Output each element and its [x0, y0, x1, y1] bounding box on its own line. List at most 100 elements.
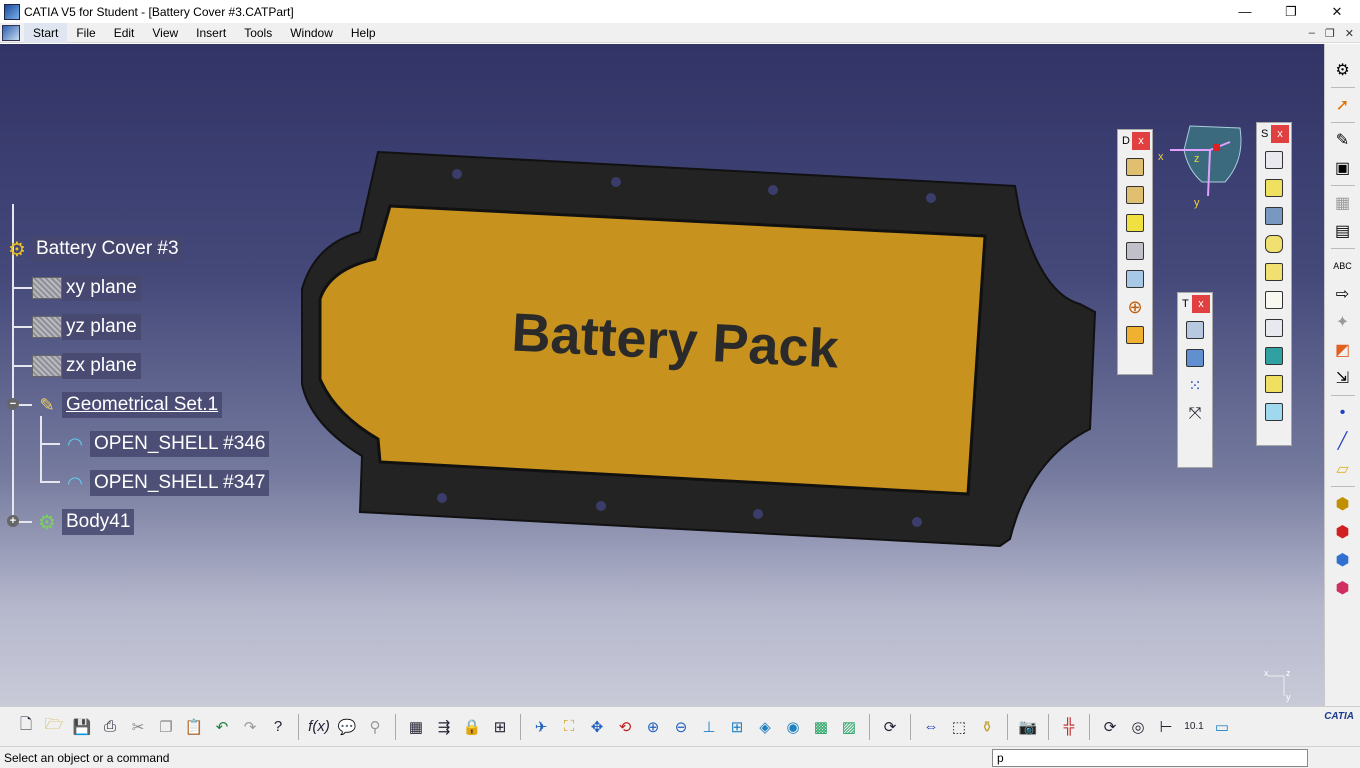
- doc-close-icon[interactable]: ✕: [1345, 27, 1354, 40]
- annotation-abc-icon[interactable]: ABC: [1329, 252, 1357, 280]
- shaft-icon[interactable]: ⬢: [1329, 546, 1357, 574]
- revolve-tool-button[interactable]: [1122, 182, 1148, 208]
- tree-map-icon[interactable]: ⇶: [430, 713, 458, 741]
- doc-minimize-icon[interactable]: –: [1309, 27, 1315, 39]
- iso-view-icon[interactable]: ◈: [751, 713, 779, 741]
- plane-icon[interactable]: ▱: [1329, 455, 1357, 483]
- units-icon[interactable]: 10.1: [1180, 713, 1208, 741]
- power-input-field[interactable]: p: [992, 749, 1308, 767]
- pad-icon[interactable]: ⬢: [1329, 490, 1357, 518]
- expand-icon[interactable]: +: [7, 515, 19, 527]
- grid-snap-icon[interactable]: ╬: [1055, 713, 1083, 741]
- catia-app-icon[interactable]: [4, 3, 20, 20]
- swap-space-icon[interactable]: ▨: [835, 713, 863, 741]
- shading-icon[interactable]: ◉: [779, 713, 807, 741]
- dimension-icon[interactable]: ⇨: [1329, 280, 1357, 308]
- tree-item-label[interactable]: Geometrical Set.1: [62, 392, 223, 418]
- knowledge-icon[interactable]: ⚲: [361, 713, 389, 741]
- sphere-tool-button[interactable]: [1122, 210, 1148, 236]
- multi-view-icon[interactable]: ⊞: [723, 713, 751, 741]
- menu-view[interactable]: View: [143, 23, 187, 43]
- scaling-tool-button[interactable]: ⤧: [1182, 401, 1208, 427]
- offset-tool-button[interactable]: [1122, 238, 1148, 264]
- gear-icon[interactable]: ⚙: [1329, 56, 1357, 84]
- compass-handle[interactable]: [1213, 144, 1220, 151]
- menu-start[interactable]: Start: [24, 22, 68, 43]
- floating-toolbar-d[interactable]: Dx ⊕: [1117, 129, 1153, 375]
- box-icon[interactable]: ▭: [1208, 713, 1236, 741]
- toolbar-close-button[interactable]: x: [1192, 295, 1210, 313]
- minimize-button[interactable]: —: [1222, 0, 1268, 23]
- hole-tool-button[interactable]: [1261, 259, 1287, 285]
- edge-fillet-tool-button[interactable]: [1261, 371, 1287, 397]
- capture-icon[interactable]: 📷: [1014, 713, 1042, 741]
- positioned-sketch-icon[interactable]: ▣: [1329, 154, 1357, 182]
- menu-edit[interactable]: Edit: [105, 23, 144, 43]
- thickness-tool-button[interactable]: [1261, 287, 1287, 313]
- translate-tool-button[interactable]: [1182, 317, 1208, 343]
- menu-help[interactable]: Help: [342, 23, 385, 43]
- menu-file[interactable]: File: [67, 23, 104, 43]
- formula-icon[interactable]: f(x): [305, 713, 333, 741]
- tree-item-label[interactable]: zx plane: [62, 353, 141, 379]
- hide-show-icon[interactable]: ▩: [807, 713, 835, 741]
- chamfer-tool-button[interactable]: [1261, 399, 1287, 425]
- lock-icon[interactable]: 🔒: [458, 713, 486, 741]
- sketcher-icon[interactable]: ✎: [1329, 126, 1357, 154]
- tree-item-yz-plane[interactable]: yz plane: [32, 314, 141, 340]
- tree-item-shell-346[interactable]: ◠ OPEN_SHELL #346: [60, 431, 270, 457]
- menu-window[interactable]: Window: [281, 23, 342, 43]
- toolbar-close-button[interactable]: x: [1271, 125, 1289, 143]
- draft-tool-button[interactable]: [1261, 343, 1287, 369]
- maximize-button[interactable]: ❐: [1268, 0, 1314, 23]
- tree-root-label[interactable]: Battery Cover #3: [32, 236, 183, 262]
- tree-item-label[interactable]: OPEN_SHELL #347: [90, 470, 270, 496]
- fly-mode-icon[interactable]: ✈: [527, 713, 555, 741]
- table-icon[interactable]: ▤: [1329, 217, 1357, 245]
- pin-icon[interactable]: ✦: [1329, 308, 1357, 336]
- print-icon[interactable]: ⎙: [96, 713, 124, 741]
- pan-icon[interactable]: ✥: [583, 713, 611, 741]
- new-icon[interactable]: 🗋: [12, 713, 40, 741]
- tree-item-body[interactable]: ⚙ Body41: [32, 509, 135, 535]
- close-button[interactable]: ✕: [1314, 0, 1360, 23]
- whats-this-icon[interactable]: ?: [264, 713, 292, 741]
- pocket-icon[interactable]: ⬢: [1329, 518, 1357, 546]
- zoom-out-icon[interactable]: ⊖: [667, 713, 695, 741]
- cylinder-tool-button[interactable]: [1261, 231, 1287, 257]
- zoom-in-icon[interactable]: ⊕: [639, 713, 667, 741]
- compass-icon[interactable]: ◎: [1124, 713, 1152, 741]
- tree-item-xy-plane[interactable]: xy plane: [32, 275, 141, 301]
- measure-inertia-icon[interactable]: ⚱: [973, 713, 1001, 741]
- undo-icon[interactable]: ↶: [208, 713, 236, 741]
- save-icon[interactable]: 💾: [68, 713, 96, 741]
- floating-toolbar-t[interactable]: Tx ⁙ ⤧: [1177, 292, 1213, 468]
- 3d-viewport[interactable]: Battery Pack ⚙ Battery Cover #3 xy plane: [0, 44, 1324, 706]
- comment-icon[interactable]: 💬: [333, 713, 361, 741]
- tree-item-geoset[interactable]: ✎ Geometrical Set.1: [32, 392, 223, 418]
- split-tool-button[interactable]: [1261, 203, 1287, 229]
- line-icon[interactable]: ╱: [1329, 427, 1357, 455]
- groove-icon[interactable]: ⬢: [1329, 574, 1357, 602]
- profile-tool-button[interactable]: [1261, 175, 1287, 201]
- extrude-tool-button[interactable]: [1122, 154, 1148, 180]
- tree-item-label[interactable]: yz plane: [62, 314, 141, 340]
- catalog-icon[interactable]: ⊞: [486, 713, 514, 741]
- sweep-tool-button[interactable]: [1122, 266, 1148, 292]
- fill-tool-button[interactable]: [1122, 322, 1148, 348]
- design-table-icon[interactable]: ▦: [402, 713, 430, 741]
- update-icon[interactable]: ⟳: [876, 713, 904, 741]
- redo-icon[interactable]: ↷: [236, 713, 264, 741]
- tree-item-shell-347[interactable]: ◠ OPEN_SHELL #347: [60, 470, 270, 496]
- tree-item-label[interactable]: Body41: [62, 509, 135, 535]
- constraint-icon[interactable]: ⇲: [1329, 364, 1357, 392]
- open-icon[interactable]: 🗁: [40, 713, 68, 741]
- paste-icon[interactable]: 📋: [180, 713, 208, 741]
- measure-item-icon[interactable]: ⬚: [945, 713, 973, 741]
- menu-tools[interactable]: Tools: [235, 23, 281, 43]
- select-arrow-icon[interactable]: ➚: [1329, 91, 1357, 119]
- shell-tool-button[interactable]: [1261, 315, 1287, 341]
- rotate-icon[interactable]: ⟲: [611, 713, 639, 741]
- compass[interactable]: x z y: [1150, 120, 1250, 210]
- battery-cover-model[interactable]: Battery Pack: [290, 144, 1110, 554]
